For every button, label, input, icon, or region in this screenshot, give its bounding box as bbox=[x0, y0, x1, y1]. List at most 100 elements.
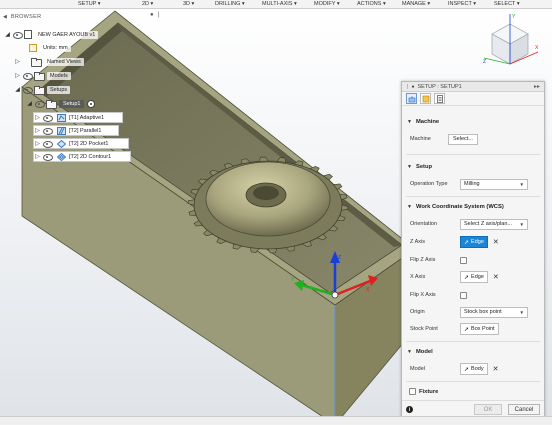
tree-named-views-row[interactable]: ▷ Named Views bbox=[14, 56, 84, 67]
orientation-select[interactable]: Select Z axis/plan... ▼ bbox=[460, 218, 528, 230]
toolbar-inspect[interactable]: INSPECT ▾ bbox=[448, 1, 476, 7]
wcs-section-header[interactable]: ▼ Work Coordinate System (WCS) bbox=[402, 201, 544, 212]
visibility-eye-icon[interactable] bbox=[35, 100, 45, 108]
model-label: Model bbox=[410, 366, 425, 372]
visibility-eye-icon[interactable] bbox=[23, 86, 33, 94]
flip-z-row: Flip Z Axis bbox=[410, 254, 540, 266]
expand-triangle-icon[interactable]: ◢ bbox=[14, 86, 21, 93]
z-axis-select-button[interactable]: ➚ Edge bbox=[460, 236, 488, 248]
model-section-header[interactable]: ▼ Model bbox=[402, 346, 544, 357]
collapse-caret-icon[interactable]: ▼ bbox=[407, 164, 412, 170]
cursor-arrow-icon: ➚ bbox=[464, 326, 470, 333]
setup-section-header[interactable]: ▼ Setup bbox=[402, 161, 544, 172]
expand-triangle-icon[interactable]: ▷ bbox=[34, 153, 41, 160]
machine-select-button[interactable]: Select... bbox=[448, 133, 478, 145]
dialog-tabs bbox=[402, 92, 544, 106]
clear-model-icon[interactable]: ✕ bbox=[493, 365, 499, 373]
operation-row[interactable]: ▷ [T1] Adaptive1 bbox=[33, 112, 123, 123]
stock-point-select-button[interactable]: ➚ Box Point bbox=[460, 323, 499, 335]
contour-icon bbox=[56, 152, 67, 161]
visibility-eye-icon[interactable] bbox=[13, 31, 23, 39]
operation-label: [T2] 2D Pocket1 bbox=[69, 140, 109, 147]
viewcube[interactable]: Y Z X bbox=[480, 12, 542, 72]
clear-x-axis-icon[interactable]: ✕ bbox=[493, 273, 499, 281]
expand-triangle-icon[interactable]: ▷ bbox=[34, 127, 41, 134]
expand-triangle-icon[interactable]: ▷ bbox=[14, 58, 21, 65]
visibility-eye-icon[interactable] bbox=[43, 153, 53, 161]
svg-text:Z: Z bbox=[338, 255, 341, 261]
expand-triangle-icon[interactable]: ▷ bbox=[14, 72, 21, 79]
browser-pin-icon[interactable]: | bbox=[158, 12, 160, 18]
toolbar-actions[interactable]: ACTIONS ▾ bbox=[357, 1, 386, 7]
collapse-caret-icon[interactable]: ▼ bbox=[407, 119, 412, 125]
x-axis-row: X Axis ➚ Edge ✕ bbox=[410, 271, 540, 283]
flip-x-checkbox[interactable] bbox=[460, 291, 467, 299]
machine-section-header[interactable]: ▼ Machine bbox=[402, 116, 544, 127]
tree-setup1-row[interactable]: ◢ Setup1 bbox=[26, 98, 96, 109]
chevron-down-icon: ▼ bbox=[519, 221, 524, 227]
cursor-arrow-icon: ➚ bbox=[464, 366, 470, 373]
toolbar-3d[interactable]: 3D ▾ bbox=[183, 1, 194, 7]
toolbar-2d[interactable]: 2D ▾ bbox=[142, 1, 153, 7]
model-select-button[interactable]: ➚ Body bbox=[460, 363, 488, 375]
toolbar-multi-axis[interactable]: MULTI-AXIS ▾ bbox=[262, 1, 297, 7]
toolbar-select[interactable]: SELECT ▾ bbox=[494, 1, 520, 7]
x-axis-select-button[interactable]: ➚ Edge bbox=[460, 271, 488, 283]
model-row: Model ➚ Body ✕ bbox=[410, 363, 540, 375]
operation-type-label: Operation Type bbox=[410, 181, 448, 187]
expand-triangle-icon[interactable]: ◢ bbox=[4, 31, 11, 38]
tab-stock[interactable] bbox=[420, 93, 431, 104]
activate-target-icon[interactable] bbox=[87, 99, 96, 108]
flip-z-checkbox[interactable] bbox=[460, 256, 467, 264]
clear-z-axis-icon[interactable]: ✕ bbox=[493, 238, 499, 246]
tree-root-row[interactable]: ◢ NEW GAER AYOUB v1 bbox=[4, 29, 99, 40]
expand-triangle-icon[interactable]: ▷ bbox=[34, 140, 41, 147]
toolbar-modify[interactable]: MODIFY ▾ bbox=[314, 1, 340, 7]
setup1-label[interactable]: Setup1 bbox=[59, 99, 85, 108]
toolbar-drilling[interactable]: DRILLING ▾ bbox=[215, 1, 245, 7]
tree-units-row[interactable]: Units: mm bbox=[29, 42, 71, 53]
toolbar-setup[interactable]: SETUP ▾ bbox=[78, 1, 101, 7]
collapse-browser-icon[interactable]: ◀ bbox=[3, 14, 7, 20]
browser-options-icon[interactable]: ● bbox=[150, 12, 154, 18]
tab-post-process[interactable] bbox=[434, 93, 445, 104]
operation-row[interactable]: ▷ [T2] Parallel1 bbox=[33, 125, 119, 136]
origin-row: Origin Stock box point ▼ bbox=[410, 306, 540, 318]
machine-row: Machine Select... bbox=[410, 133, 540, 145]
collapse-caret-icon[interactable]: ▼ bbox=[407, 204, 412, 210]
setup-dialog: | ● SETUP : SETUP1 ▸▸ ▼ Machine Machine … bbox=[401, 81, 545, 419]
folder-icon bbox=[31, 58, 42, 67]
tree-models-row[interactable]: ▷ Models bbox=[14, 70, 71, 81]
operation-type-select[interactable]: Milling ▼ bbox=[460, 178, 528, 190]
info-icon[interactable]: i bbox=[406, 406, 413, 413]
cancel-button[interactable]: Cancel bbox=[508, 404, 540, 415]
fixture-section-header[interactable]: Fixture bbox=[402, 386, 544, 397]
browser-title: BROWSER bbox=[10, 14, 42, 20]
expand-triangle-icon[interactable]: ▷ bbox=[34, 114, 41, 121]
units-label: Units: mm bbox=[40, 43, 71, 52]
ok-button[interactable]: OK bbox=[474, 404, 502, 415]
dialog-title: SETUP : SETUP1 bbox=[417, 83, 462, 90]
expand-dialog-icon[interactable]: ▸▸ bbox=[534, 83, 540, 90]
visibility-eye-icon[interactable] bbox=[43, 140, 53, 148]
tree-setups-row[interactable]: ◢ Setups bbox=[14, 84, 71, 95]
origin-select[interactable]: Stock box point ▼ bbox=[460, 306, 528, 318]
dialog-title-bar[interactable]: | ● SETUP : SETUP1 ▸▸ bbox=[402, 82, 544, 92]
top-toolbar: SETUP ▾ 2D ▾ 3D ▾ DRILLING ▾ MULTI-AXIS … bbox=[0, 0, 552, 9]
fixture-checkbox[interactable] bbox=[409, 388, 416, 395]
tab-setup[interactable] bbox=[406, 93, 417, 104]
toolbar-manage[interactable]: MANAGE ▾ bbox=[402, 1, 430, 7]
flip-x-label: Flip X Axis bbox=[410, 292, 436, 298]
named-views-label: Named Views bbox=[44, 57, 84, 66]
expand-triangle-icon[interactable]: ◢ bbox=[26, 100, 33, 107]
operation-row[interactable]: ▷ [T2] 2D Contour1 bbox=[33, 151, 131, 162]
drag-handle-icon[interactable]: | bbox=[407, 84, 408, 90]
visibility-eye-icon[interactable] bbox=[23, 72, 33, 80]
collapse-caret-icon[interactable]: ▼ bbox=[407, 349, 412, 355]
z-axis-label: Z Axis bbox=[410, 239, 425, 245]
operation-label: [T2] Parallel1 bbox=[69, 127, 102, 134]
flip-x-row: Flip X Axis bbox=[410, 289, 540, 301]
visibility-eye-icon[interactable] bbox=[43, 127, 53, 135]
visibility-eye-icon[interactable] bbox=[43, 114, 53, 122]
operation-row[interactable]: ▷ [T2] 2D Pocket1 bbox=[33, 138, 129, 149]
